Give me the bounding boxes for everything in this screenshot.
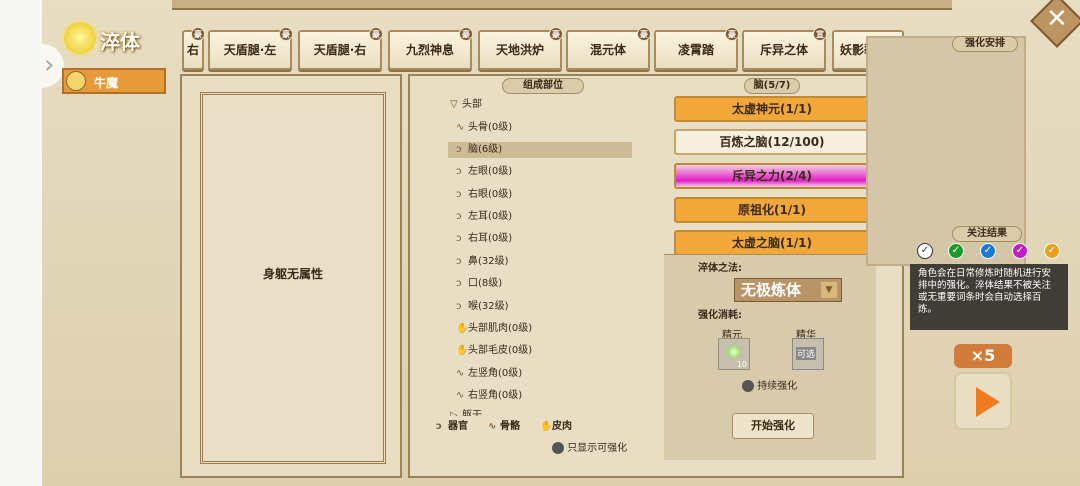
top-bar	[172, 0, 952, 10]
option-1[interactable]: 百炼之脑(12/100)	[674, 129, 870, 155]
character-name: 牛魔	[94, 76, 119, 90]
character-item[interactable]: 牛魔	[62, 68, 166, 94]
filter-flesh[interactable]: ✋皮肉	[540, 419, 572, 435]
list-item[interactable]: ↄ 喉(32级)	[456, 299, 509, 315]
option-4[interactable]: 太虚之脑(1/1)	[674, 230, 870, 256]
tab-5[interactable]: 混元体豪	[566, 27, 651, 70]
parts-header: 组成部位	[502, 78, 584, 94]
option-3[interactable]: 原祖化(1/1)	[674, 197, 870, 223]
option-0[interactable]: 太虚神元(1/1)	[674, 96, 870, 122]
check-white-icon[interactable]: ✓	[917, 243, 933, 259]
focus-title: 关注结果	[952, 226, 1022, 242]
radio-icon	[552, 442, 564, 454]
list-item[interactable]: ∿ 左竖角(0级)	[456, 366, 522, 382]
organ-icon: ↄ	[456, 189, 462, 200]
list-item[interactable]: ↄ 左耳(0级)	[456, 209, 512, 225]
tab-3[interactable]: 九烈神息豪	[388, 27, 473, 70]
organ-icon: ↄ	[456, 166, 462, 177]
method-select[interactable]: 无极炼体 ▼	[734, 278, 842, 302]
bone-icon: ∿	[456, 368, 465, 379]
page-title: 淬体	[100, 30, 140, 54]
radio-icon	[742, 380, 754, 392]
close-icon: ✕	[1046, 4, 1068, 34]
list-item[interactable]: ↄ 右耳(0级)	[456, 231, 512, 247]
body-frame: 身躯无属性	[200, 92, 386, 464]
check-green-icon[interactable]: ✓	[948, 243, 964, 259]
brain-header: 脑(5/7)	[744, 78, 800, 94]
check-orange-icon[interactable]: ✓	[1044, 243, 1060, 259]
essence-orb-icon	[727, 345, 741, 359]
triangle-down-icon: ▽	[450, 99, 458, 110]
organ-icon: ↄ	[456, 301, 462, 312]
organ-icon: ↄ	[456, 278, 462, 289]
bone-icon: ∿	[488, 421, 497, 432]
muscle-icon: ✋	[456, 345, 469, 356]
tab-2[interactable]: 天盾腿·右豪	[298, 27, 383, 70]
check-blue-icon[interactable]: ✓	[980, 243, 996, 259]
bone-icon: ∿	[456, 122, 465, 133]
list-item[interactable]: ∿ 头骨(0级)	[456, 120, 512, 136]
organ-icon: ↄ	[456, 233, 462, 244]
muscle-icon: ✋	[456, 323, 469, 334]
list-item[interactable]: ↄ 左眼(0级)	[456, 164, 512, 180]
organ-icon: ↄ	[456, 144, 462, 155]
list-item[interactable]: ↄ 口(8级)	[456, 276, 502, 292]
trophy-icon	[64, 22, 96, 54]
avatar	[66, 71, 86, 91]
body-attribute-text: 身躯无属性	[262, 267, 323, 281]
check-purple-icon[interactable]: ✓	[1012, 243, 1028, 259]
optional-label: 可选	[796, 347, 817, 360]
tab-4[interactable]: 天地洪炉豪	[478, 27, 563, 70]
essence-amount: 10	[736, 360, 747, 369]
list-item[interactable]: ↄ 右眼(0级)	[456, 187, 512, 203]
filter-organ[interactable]: ↄ 器官	[436, 419, 468, 435]
organ-icon: ↄ	[436, 421, 442, 432]
list-item[interactable]: ∿ 右竖角(0级)	[456, 388, 522, 404]
chevron-down-icon: ▼	[821, 282, 837, 298]
essence-slot[interactable]: 10	[718, 338, 750, 370]
only-show-toggle[interactable]: 只显示可强化	[552, 441, 627, 457]
info-text: 角色会在日常修炼时随机进行安排中的强化。淬体结果不被关注或无重要词条时会自动选择…	[910, 264, 1068, 330]
tab-1[interactable]: 天盾腿·左豪	[208, 27, 293, 70]
list-item[interactable]: ✋头部毛皮(0级)	[456, 343, 532, 359]
system-strip	[0, 0, 42, 486]
tab-6[interactable]: 凌霄踏豪	[654, 27, 739, 70]
back-arrow-icon[interactable]: ›	[42, 44, 64, 88]
option-2[interactable]: 斥异之力(2/4)	[674, 163, 870, 189]
list-item[interactable]: ✋头部肌肉(0级)	[456, 321, 532, 337]
muscle-icon: ✋	[540, 421, 553, 432]
list-item-selected[interactable]: ↄ 脑(6级)	[448, 142, 632, 158]
arrangement-title: 强化安排	[952, 36, 1018, 52]
filter-bone[interactable]: ∿ 骨骼	[488, 419, 520, 435]
bone-icon: ∿	[456, 390, 465, 401]
essence-slot-optional[interactable]: 可选	[792, 338, 824, 370]
play-icon	[976, 387, 1000, 417]
continuous-toggle[interactable]: 持续强化	[742, 377, 797, 392]
tab-7[interactable]: 斥异之体宣	[742, 27, 827, 70]
method-label: 淬体之法:	[698, 263, 742, 274]
start-button[interactable]: 开始强化	[732, 413, 814, 439]
cost-label: 强化消耗:	[698, 310, 742, 321]
list-item[interactable]: ↄ 鼻(32级)	[456, 254, 509, 270]
multiplier-button[interactable]: ×5	[954, 344, 1012, 368]
organ-icon: ↄ	[456, 256, 462, 267]
organ-icon: ↄ	[456, 211, 462, 222]
group-head[interactable]: ▽ 头部	[450, 97, 482, 113]
tab-0[interactable]: 右豪	[182, 27, 205, 70]
next-group: ▷ 躯干	[450, 410, 482, 416]
play-button[interactable]	[954, 372, 1012, 430]
body-panel: 身躯无属性	[180, 74, 402, 478]
